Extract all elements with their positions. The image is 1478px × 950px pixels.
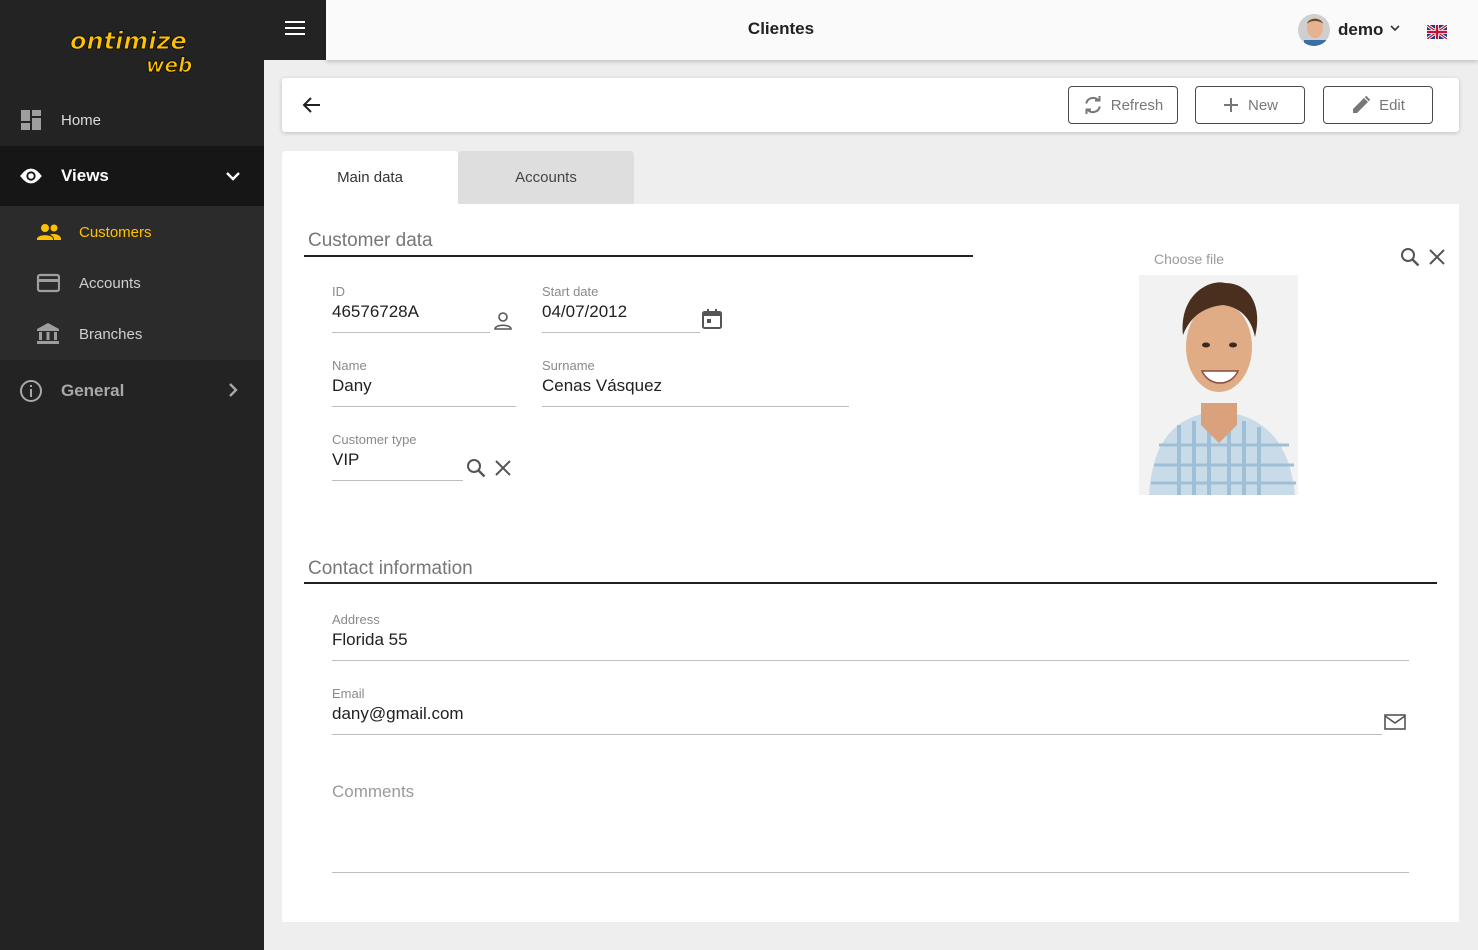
comments-textarea[interactable]	[332, 780, 1409, 873]
svg-text:web: web	[146, 53, 192, 77]
views-submenu: Customers Accounts Branches	[0, 206, 264, 360]
customer-type-field[interactable]: Customer type VIP	[332, 432, 463, 481]
email-underline	[332, 734, 1382, 735]
chevron-right-icon	[222, 379, 244, 406]
new-label: New	[1247, 96, 1278, 114]
name-value: Dany	[332, 376, 372, 395]
start-date-field[interactable]: Start date 04/07/2012	[542, 284, 700, 333]
customer-data-divider	[304, 255, 973, 257]
nav-views[interactable]: Views	[0, 146, 264, 206]
user-menu[interactable]: demo	[1298, 12, 1401, 48]
customer-type-underline	[332, 480, 463, 481]
credit-card-icon	[36, 271, 61, 295]
bank-icon	[36, 322, 60, 346]
name-label: Name	[332, 358, 367, 373]
tab-main-data[interactable]: Main data	[282, 151, 458, 204]
id-field[interactable]: ID 46576728A	[332, 284, 490, 333]
search-icon[interactable]	[1399, 246, 1421, 273]
address-underline	[332, 660, 1409, 661]
customer-data-title: Customer data	[308, 230, 433, 251]
hamburger-icon	[284, 19, 306, 42]
email-label: Email	[332, 686, 365, 701]
sidebar-item-branches[interactable]: Branches	[0, 309, 264, 359]
address-field[interactable]: Address Florida 55	[332, 612, 1409, 661]
nav-views-label: Views	[61, 166, 109, 185]
person-icon	[491, 309, 515, 338]
name-underline	[332, 406, 516, 407]
search-icon[interactable]	[465, 457, 487, 484]
tab-accounts[interactable]: Accounts	[458, 151, 634, 204]
refresh-label: Refresh	[1110, 96, 1164, 114]
choose-file-label[interactable]: Choose file	[1154, 251, 1224, 267]
refresh-icon	[1083, 95, 1103, 115]
customer-photo	[1139, 275, 1298, 495]
mail-icon[interactable]	[1383, 711, 1407, 738]
app-logo[interactable]: ontimize web	[66, 22, 198, 78]
start-date-underline	[542, 332, 700, 333]
start-date-label: Start date	[542, 284, 599, 299]
plus-icon	[1222, 96, 1240, 114]
surname-value: Cenas Vásquez	[542, 376, 663, 395]
page-title: Clientes	[747, 19, 815, 38]
address-label: Address	[332, 612, 380, 627]
surname-label: Surname	[542, 358, 595, 373]
top-bar: Clientes demo	[326, 0, 1478, 60]
surname-field[interactable]: Surname Cenas Vásquez	[542, 358, 849, 407]
menu-toggle-button[interactable]	[264, 0, 326, 60]
contact-info-divider	[304, 582, 1437, 584]
address-value: Florida 55	[332, 630, 408, 649]
comments-underline	[332, 872, 1409, 873]
email-field[interactable]: Email dany@gmail.com	[332, 686, 1382, 735]
edit-label: Edit	[1379, 96, 1405, 114]
id-value: 46576728A	[332, 302, 419, 321]
edit-button[interactable]: Edit	[1323, 86, 1433, 124]
people-icon	[36, 220, 61, 244]
form-content: Customer data ID 46576728A Start date 04…	[282, 204, 1459, 922]
nav-general[interactable]: General	[0, 366, 264, 416]
customer-type-label: Customer type	[332, 432, 417, 447]
id-underline	[332, 332, 490, 333]
sidebar-item-customers[interactable]: Customers	[0, 207, 264, 257]
back-arrow-icon[interactable]	[300, 93, 324, 117]
sidebar-item-label: Customers	[79, 224, 152, 241]
info-icon	[19, 379, 43, 403]
calendar-icon[interactable]	[700, 307, 724, 336]
user-name: demo	[1338, 20, 1384, 39]
eye-icon	[19, 164, 43, 188]
sidebar-item-label: Branches	[79, 326, 143, 343]
refresh-button[interactable]: Refresh	[1068, 86, 1178, 124]
form-toolbar: Refresh New Edit	[282, 78, 1459, 132]
sidebar-item-accounts[interactable]: Accounts	[0, 258, 264, 308]
nav-general-label: General	[61, 381, 125, 400]
chevron-down-icon	[222, 165, 244, 192]
nav-home-label: Home	[61, 111, 102, 129]
dashboard-icon	[19, 108, 43, 132]
new-button[interactable]: New	[1195, 86, 1305, 124]
uk-flag-icon[interactable]	[1426, 23, 1448, 41]
name-field[interactable]: Name Dany	[332, 358, 516, 407]
email-value: dany@gmail.com	[332, 704, 464, 723]
pencil-icon	[1351, 95, 1371, 115]
avatar	[1298, 14, 1330, 46]
contact-info-title: Contact information	[308, 558, 473, 579]
customer-type-value: VIP	[332, 450, 360, 469]
close-icon[interactable]	[492, 457, 514, 484]
nav-home[interactable]: Home	[0, 100, 264, 140]
surname-underline	[542, 406, 849, 407]
id-label: ID	[332, 284, 345, 299]
close-icon[interactable]	[1426, 246, 1448, 273]
chevron-down-icon	[1389, 21, 1401, 39]
sidebar: ontimize web Home Views Customers Accoun…	[0, 0, 264, 950]
sidebar-item-label: Accounts	[79, 275, 141, 292]
svg-text:ontimize: ontimize	[70, 27, 187, 55]
start-date-value: 04/07/2012	[542, 302, 628, 321]
